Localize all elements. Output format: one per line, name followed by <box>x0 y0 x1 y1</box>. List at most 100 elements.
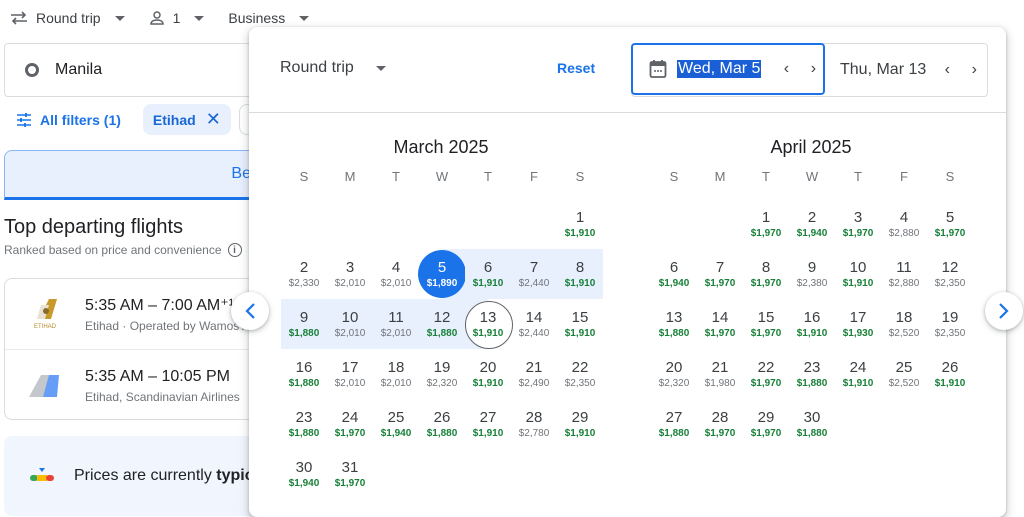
chevron-right-icon[interactable]: › <box>969 61 979 79</box>
chevron-right-icon[interactable]: › <box>808 60 818 78</box>
person-icon <box>149 10 165 26</box>
calendar-day[interactable]: 29$1,910 <box>557 399 603 449</box>
calendar-day[interactable]: 18$2,520 <box>881 299 927 349</box>
return-date-field[interactable]: Thu, Mar 13 ‹ › <box>824 44 987 96</box>
calendar-day[interactable]: 12$2,350 <box>927 249 973 299</box>
calendar-day[interactable]: 31$1,970 <box>327 449 373 499</box>
calendar-day[interactable]: 11$2,010 <box>373 299 419 349</box>
calendar-day[interactable]: 9$1,880 <box>281 299 327 349</box>
next-month-button[interactable] <box>985 292 1023 330</box>
calendar-day[interactable]: 21$2,490 <box>511 349 557 399</box>
calendar-day[interactable]: 23$1,880 <box>789 349 835 399</box>
departure-date-field[interactable]: Wed, Mar 5 ‹ › <box>631 43 825 95</box>
calendar-day[interactable]: 25$2,520 <box>881 349 927 399</box>
calendar-day[interactable]: 16$1,910 <box>789 299 835 349</box>
calendar-day[interactable]: 14$1,970 <box>697 299 743 349</box>
calendar-day[interactable]: 19$2,350 <box>927 299 973 349</box>
datepicker-trip-type-select[interactable]: Round trip <box>280 59 386 77</box>
empty-cell <box>373 199 419 249</box>
day-number: 25 <box>896 359 913 376</box>
day-price: $1,940 <box>381 428 412 440</box>
calendar-day[interactable]: 20$2,320 <box>651 349 697 399</box>
calendar-day[interactable]: 25$1,940 <box>373 399 419 449</box>
calendar-day[interactable]: 22$1,970 <box>743 349 789 399</box>
calendar-day[interactable]: 24$1,970 <box>327 399 373 449</box>
calendar-day[interactable]: 2$2,330 <box>281 249 327 299</box>
cabin-class-select[interactable]: Business <box>228 10 309 26</box>
calendar-day[interactable]: 7$1,970 <box>697 249 743 299</box>
calendar-day[interactable]: 3$1,970 <box>835 199 881 249</box>
calendar-day[interactable]: 13$1,880 <box>651 299 697 349</box>
passengers-select[interactable]: 1 <box>149 10 205 26</box>
calendar-day[interactable]: 16$1,880 <box>281 349 327 399</box>
calendar-day[interactable]: 28$1,970 <box>697 399 743 449</box>
calendar-day[interactable]: 7$2,440 <box>511 249 557 299</box>
day-price: $2,010 <box>381 278 412 290</box>
calendar-day[interactable]: 30 $1,940 <box>281 449 327 499</box>
calendar-day[interactable]: 1$1,970 <box>743 199 789 249</box>
calendar-day[interactable]: 3$2,010 <box>327 249 373 299</box>
calendar-day[interactable]: 24$1,910 <box>835 349 881 399</box>
results-title: Top departing flights <box>4 216 183 239</box>
day-number: 4 <box>392 259 400 276</box>
price-level-icon <box>28 467 56 485</box>
day-price: $1,910 <box>473 378 504 390</box>
calendar-day[interactable]: 2$1,940 <box>789 199 835 249</box>
calendar-day[interactable]: 29$1,970 <box>743 399 789 449</box>
trip-type-select[interactable]: Round trip <box>10 10 125 26</box>
calendar-day[interactable]: 1$1,910 <box>557 199 603 249</box>
calendar-day[interactable]: 5$1,970 <box>927 199 973 249</box>
calendar-day[interactable]: 6$1,940 <box>651 249 697 299</box>
calendar-day[interactable]: 26$1,880 <box>419 399 465 449</box>
calendar-day[interactable]: 15$1,910 <box>557 299 603 349</box>
chevron-left-icon[interactable]: ‹ <box>942 61 952 79</box>
day-price: $2,350 <box>935 278 966 290</box>
airline-filter-chip[interactable]: Etihad ✕ <box>143 104 231 135</box>
calendar-day[interactable]: 27$1,910 <box>465 399 511 449</box>
calendar-day[interactable]: 11$2,880 <box>881 249 927 299</box>
calendar-day[interactable]: 6$1,910 <box>465 249 511 299</box>
calendar-day[interactable]: 10$1,910 <box>835 249 881 299</box>
calendar-day[interactable]: 8$1,910 <box>557 249 603 299</box>
chevron-left-icon[interactable]: ‹ <box>781 60 791 78</box>
all-filters-button[interactable]: All filters (1) <box>16 112 121 128</box>
calendar-day[interactable]: 20$1,910 <box>465 349 511 399</box>
calendar-day[interactable]: 21$1,980 <box>697 349 743 399</box>
calendar-day[interactable]: 18$2,010 <box>373 349 419 399</box>
day-number: 5 <box>946 209 954 226</box>
reset-button[interactable]: Reset <box>557 60 595 76</box>
day-number: 4 <box>900 209 908 226</box>
day-price: $1,910 <box>473 278 504 290</box>
calendar-day[interactable]: 19$2,320 <box>419 349 465 399</box>
calendar-day[interactable]: 23$1,880 <box>281 399 327 449</box>
calendar-day[interactable]: 4$2,880 <box>881 199 927 249</box>
calendar-day-return[interactable]: 13$1,910 <box>465 299 511 349</box>
calendar-day[interactable]: 14$2,440 <box>511 299 557 349</box>
calendar-day[interactable]: 9$2,380 <box>789 249 835 299</box>
close-icon[interactable]: ✕ <box>206 109 221 130</box>
day-price: $1,940 <box>289 478 320 490</box>
calendar-day[interactable]: 17$2,010 <box>327 349 373 399</box>
results-subtitle: Ranked based on price and convenience i <box>4 243 242 257</box>
calendar-day[interactable]: 4 $2,010 <box>373 249 419 299</box>
calendar-day[interactable]: 30$1,880 <box>789 399 835 449</box>
weekday-label: F <box>511 167 557 199</box>
calendar-day[interactable]: 26$1,910 <box>927 349 973 399</box>
calendar-day[interactable]: 8$1,970 <box>743 249 789 299</box>
calendar-day-departure[interactable]: 5$1,890 <box>419 249 465 299</box>
day-price: $2,490 <box>519 378 550 390</box>
calendar-day[interactable]: 22$2,350 <box>557 349 603 399</box>
day-price: $2,010 <box>335 328 366 340</box>
calendar-day[interactable]: 28$2,780 <box>511 399 557 449</box>
calendar-day[interactable]: 10$2,010 <box>327 299 373 349</box>
calendar-day[interactable]: 15$1,970 <box>743 299 789 349</box>
day-number: 30 <box>296 459 313 476</box>
calendar-day[interactable]: 27$1,880 <box>651 399 697 449</box>
weekday-label: M <box>327 167 373 199</box>
calendar-day[interactable]: 17$1,930 <box>835 299 881 349</box>
previous-month-button[interactable] <box>231 292 269 330</box>
info-icon[interactable]: i <box>228 243 242 257</box>
calendar-day[interactable]: 12$1,880 <box>419 299 465 349</box>
calendar-icon <box>649 59 667 79</box>
day-price: $1,880 <box>289 328 320 340</box>
